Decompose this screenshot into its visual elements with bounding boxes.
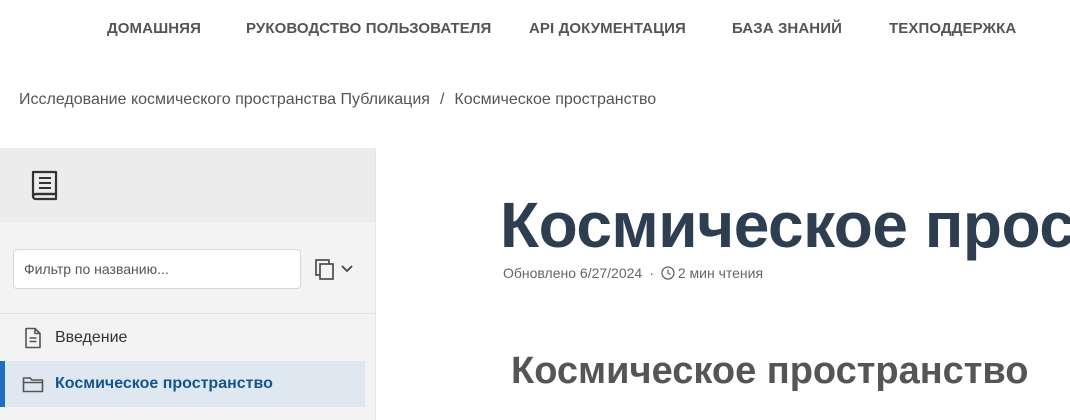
sidebar: Введение Космическое пространство <box>0 148 376 420</box>
breadcrumb-current: Космическое пространство <box>454 91 657 108</box>
folder-icon <box>22 377 44 393</box>
breadcrumb: Исследование космического пространства П… <box>19 91 656 109</box>
copy-chevron-icon[interactable] <box>313 257 357 281</box>
sidebar-divider <box>0 313 375 314</box>
sidebar-header <box>0 148 375 222</box>
article-meta: Обновлено 6/27/2024 · 2 мин чтения <box>503 265 763 281</box>
nav-support[interactable]: ТЕХПОДДЕРЖКА <box>889 20 1016 37</box>
nav-home[interactable]: ДОМАШНЯЯ <box>107 20 201 37</box>
updated-date: Обновлено 6/27/2024 <box>503 265 643 281</box>
breadcrumb-parent[interactable]: Исследование космического пространства П… <box>19 91 430 108</box>
filter-input[interactable] <box>13 249 301 289</box>
section-heading: Космическое пространство <box>511 350 1029 392</box>
sidebar-item-label: Введение <box>55 329 128 346</box>
nav-user-guide[interactable]: РУКОВОДСТВО ПОЛЬЗОВАТЕЛЯ <box>246 20 491 37</box>
nav-api-docs[interactable]: API ДОКУМЕНТАЦИЯ <box>529 20 686 37</box>
page-title: Космическое пространство <box>500 189 1070 261</box>
meta-separator: · <box>649 265 654 281</box>
sidebar-item-label: Космическое пространство <box>55 375 273 392</box>
document-icon <box>25 327 41 349</box>
book-icon[interactable] <box>28 168 62 202</box>
top-nav: ДОМАШНЯЯ РУКОВОДСТВО ПОЛЬЗОВАТЕЛЯ API ДО… <box>0 0 1070 62</box>
read-time: 2 мин чтения <box>677 265 764 281</box>
clock-icon <box>661 266 675 280</box>
breadcrumb-separator: / <box>439 91 445 108</box>
sidebar-item-space[interactable]: Космическое пространство <box>0 361 365 407</box>
sidebar-item-intro[interactable]: Введение <box>0 315 365 361</box>
nav-knowledge-base[interactable]: БАЗА ЗНАНИЙ <box>732 20 842 37</box>
